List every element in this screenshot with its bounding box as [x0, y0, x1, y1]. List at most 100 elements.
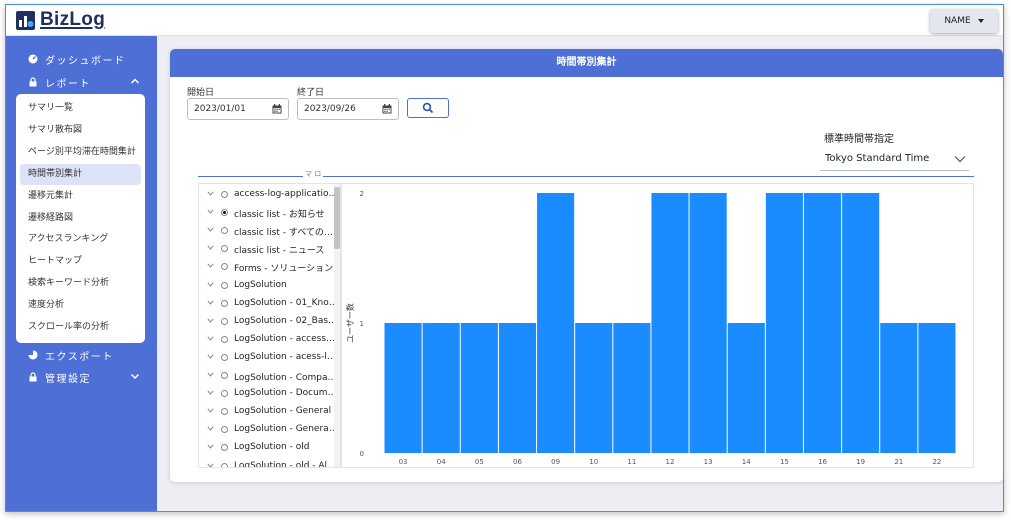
list-item[interactable]: LogSolution [199, 277, 340, 295]
dashboard-icon [28, 54, 38, 64]
submenu-item[interactable]: 遷移元集計 [20, 186, 141, 207]
submenu-item[interactable]: アクセスランキング [20, 229, 141, 250]
logo[interactable]: BizLog [16, 9, 105, 31]
submenu-item[interactable]: 時間帯別集計 [20, 163, 141, 185]
chevron-down-icon[interactable] [207, 426, 214, 432]
chevron-down-icon[interactable] [207, 354, 214, 359]
list-item[interactable]: LogSolution - Compass_資... [199, 367, 340, 385]
list-item[interactable]: classic list - ニュース [199, 240, 340, 258]
radio-button[interactable] [221, 227, 228, 235]
radio-button[interactable] [221, 408, 228, 416]
sidebar-item-export[interactable]: エクスポート [6, 344, 157, 366]
sidebar-item-report[interactable]: レポート [6, 71, 157, 93]
bar-11 [613, 323, 651, 453]
submenu-item[interactable]: 速度分析 [20, 295, 141, 316]
sidebar-item-label: レポート [45, 79, 91, 90]
y-tick-label: 1 [360, 320, 364, 328]
bar-10 [575, 323, 613, 453]
timezone-select[interactable]: Tokyo Standard Time [820, 149, 969, 171]
bar-09 [537, 193, 575, 453]
calendar-icon[interactable] [382, 104, 392, 114]
search-icon [422, 102, 434, 114]
user-menu-button[interactable]: NAME [930, 9, 998, 33]
x-tick-label: 04 [437, 458, 446, 466]
submenu-item[interactable]: サマリ一覧 [20, 98, 141, 119]
calendar-icon[interactable] [272, 104, 282, 114]
lock-icon [29, 77, 37, 87]
radio-button[interactable] [221, 209, 228, 217]
radio-button[interactable] [221, 353, 228, 361]
chevron-down-icon[interactable] [207, 318, 214, 323]
radio-button[interactable] [221, 372, 228, 379]
x-tick-label: 11 [627, 458, 636, 466]
timezone-value: Tokyo Standard Time [825, 153, 930, 164]
sidebar-item-dashboard[interactable]: ダッシュボード [6, 48, 157, 70]
submenu-item[interactable]: ページ別平均滞在時間集計 [20, 142, 141, 163]
radio-button[interactable] [221, 281, 228, 289]
radio-button[interactable] [221, 462, 228, 467]
x-tick-label: 15 [780, 458, 789, 466]
list-scroll-thumb[interactable] [334, 187, 340, 249]
list-item[interactable]: classic list - お知らせ [199, 204, 340, 222]
chevron-down-icon[interactable] [207, 336, 214, 341]
radio-button[interactable] [221, 426, 228, 434]
chevron-down-icon[interactable] [207, 263, 214, 269]
x-tick-label: 10 [589, 458, 598, 466]
list-item[interactable]: LogSolution - General - All ... [199, 421, 340, 439]
submenu-item[interactable]: サマリ散布図 [20, 120, 141, 141]
chevron-down-icon[interactable] [207, 408, 214, 413]
list-item-label: LogSolution - 02_Basic Des... [234, 315, 338, 326]
radio-button[interactable] [221, 191, 228, 198]
x-tick-label: 13 [704, 458, 713, 466]
chevron-down-icon[interactable] [207, 227, 214, 232]
list-item[interactable]: Forms - ソリューション [199, 258, 340, 276]
submenu-item[interactable]: スクロール率の分析 [20, 317, 141, 338]
submenu-item[interactable]: 遷移経路図 [20, 208, 141, 229]
chevron-down-icon[interactable] [207, 300, 214, 305]
chevron-down-icon[interactable] [207, 281, 214, 287]
lock-icon [29, 372, 37, 382]
start-date-field[interactable]: 2023/01/01 [187, 98, 289, 120]
list-item-label: LogSolution - Documents -... [234, 388, 338, 399]
list-item-label: LogSolution - General [234, 406, 332, 417]
submenu-item[interactable]: ヒートマップ [20, 251, 141, 272]
page-title: 時間帯別集計 [170, 49, 1003, 77]
search-button[interactable] [407, 98, 449, 118]
radio-button[interactable] [221, 444, 228, 452]
bar-13 [689, 193, 727, 453]
list-item[interactable]: LogSolution - old - All Doc... [199, 458, 340, 468]
radio-button[interactable] [221, 245, 228, 253]
report-card: 時間帯別集計 開始日 2023/01/01 終了日 2023/09/26 標準時… [170, 49, 1003, 482]
list-item[interactable]: LogSolution - 02_Basic Des... [199, 313, 340, 331]
chevron-down-icon[interactable] [207, 209, 214, 214]
sidebar-item-admin[interactable]: 管理設定 [6, 366, 157, 388]
list-item[interactable]: LogSolution - Documents -... [199, 385, 340, 403]
top-bar: BizLog NAME [6, 5, 1003, 36]
chevron-down-icon[interactable] [207, 191, 214, 196]
radio-button[interactable] [221, 317, 228, 325]
bizlog-logo-icon [16, 10, 35, 30]
radio-button[interactable] [221, 263, 228, 271]
list-item[interactable]: LogSolution - access-log-a... [199, 331, 340, 349]
app-window: BizLog NAME ダッシュボード レポート サマリ一覧 サマリ散布図 ページ別… [5, 4, 1004, 512]
sidebar-item-label: エクスポート [45, 352, 114, 363]
radio-button[interactable] [221, 390, 228, 398]
list-item-label: LogSolution - acess-log-ap... [234, 351, 338, 362]
list-item[interactable]: access-log-application-cus... [199, 186, 340, 204]
list-item[interactable]: LogSolution - acess-log-ap... [199, 349, 340, 367]
chevron-down-icon[interactable] [207, 372, 214, 377]
chevron-down-icon[interactable] [207, 390, 214, 395]
list-item[interactable]: LogSolution - 01_Knowled... [199, 295, 340, 313]
bar-03 [384, 323, 422, 453]
list-item[interactable]: LogSolution - General [199, 403, 340, 421]
submenu-item[interactable]: 検索キーワード分析 [20, 273, 141, 294]
end-date-field[interactable]: 2023/09/26 [297, 98, 399, 120]
chevron-down-icon[interactable] [207, 245, 214, 251]
sidebar: ダッシュボード レポート サマリ一覧 サマリ散布図 ページ別平均滞在時間集計 時間帯別… [6, 36, 157, 511]
chevron-down-icon[interactable] [207, 462, 214, 468]
chevron-down-icon[interactable] [207, 444, 214, 450]
radio-button[interactable] [221, 299, 228, 307]
radio-button[interactable] [221, 335, 228, 343]
list-item[interactable]: classic list - すべてのアイ... [199, 222, 340, 240]
list-item[interactable]: LogSolution - old [199, 439, 340, 457]
